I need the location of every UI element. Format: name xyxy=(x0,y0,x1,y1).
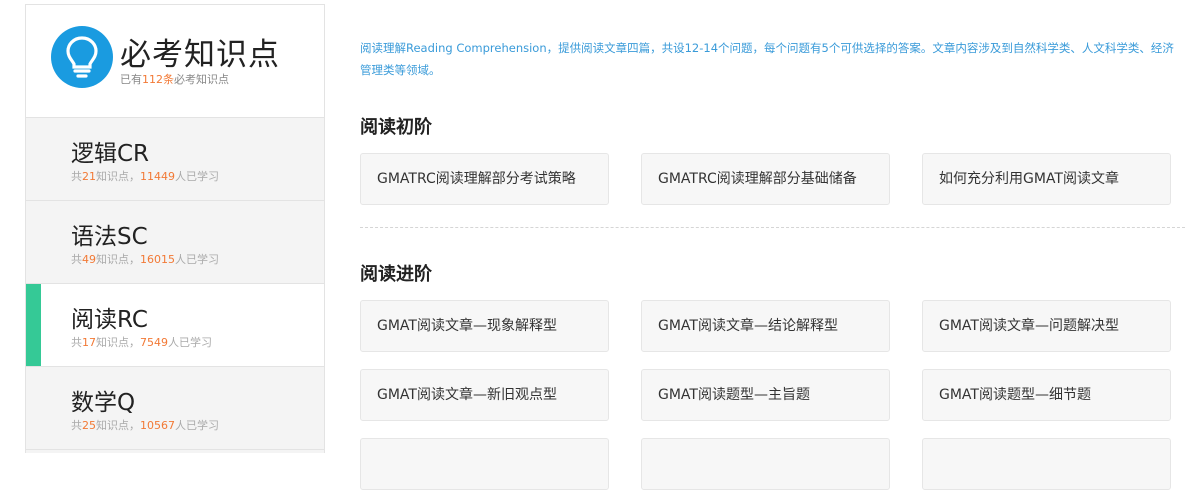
lightbulb-icon xyxy=(51,26,113,88)
stats-suffix: 人已学习 xyxy=(175,419,219,432)
topic-card[interactable]: GMATRC阅读理解部分基础储备 xyxy=(641,153,890,205)
page-title: 必考知识点 xyxy=(120,37,280,73)
topic-card[interactable]: GMAT阅读文章—问题解决型 xyxy=(922,300,1171,352)
learners-count: 10567 xyxy=(140,419,175,432)
points-count: 25 xyxy=(82,419,96,432)
sidebar: 必考知识点 已有112条必考知识点 逻辑CR 共21知识点，11449人已学习 … xyxy=(25,4,325,453)
topic-card[interactable]: GMAT阅读题型—细节题 xyxy=(922,369,1171,421)
topic-card[interactable]: GMAT阅读文章—结论解释型 xyxy=(641,300,890,352)
topic-card[interactable]: 如何充分利用GMAT阅读文章 xyxy=(922,153,1171,205)
knowledge-count: 已有112条必考知识点 xyxy=(120,71,229,87)
stats-prefix: 共 xyxy=(71,336,82,349)
stats-suffix: 人已学习 xyxy=(175,253,219,266)
points-count: 49 xyxy=(82,253,96,266)
topic-card[interactable] xyxy=(360,438,609,490)
stats-suffix: 人已学习 xyxy=(175,170,219,183)
sidebar-item-rc[interactable]: 阅读RC 共17知识点，7549人已学习 xyxy=(26,284,324,367)
stats-mid: 知识点， xyxy=(96,170,140,183)
sidebar-item-stats: 共21知识点，11449人已学习 xyxy=(71,168,219,184)
learners-count: 11449 xyxy=(140,170,175,183)
sidebar-item-q[interactable]: 数学Q 共25知识点，10567人已学习 xyxy=(26,367,324,450)
sidebar-item-stats: 共17知识点，7549人已学习 xyxy=(71,334,212,350)
sidebar-header: 必考知识点 已有112条必考知识点 xyxy=(26,5,324,118)
section-title-basic: 阅读初阶 xyxy=(360,117,432,138)
topic-card[interactable]: GMAT阅读文章—现象解释型 xyxy=(360,300,609,352)
count-suffix: 必考知识点 xyxy=(174,73,229,86)
count-prefix: 已有 xyxy=(120,73,142,86)
topic-card[interactable]: GMAT阅读题型—主旨题 xyxy=(641,369,890,421)
section-intro: 阅读理解Reading Comprehension，提供阅读文章四篇，共设12-… xyxy=(360,41,1174,77)
topic-card[interactable] xyxy=(922,438,1171,490)
sidebar-item-label: 阅读RC xyxy=(71,307,148,333)
stats-mid: 知识点， xyxy=(96,336,140,349)
sidebar-item-stats: 共49知识点，16015人已学习 xyxy=(71,251,219,267)
stats-mid: 知识点， xyxy=(96,253,140,266)
sidebar-item-label: 数学Q xyxy=(71,390,136,416)
learners-count: 7549 xyxy=(140,336,168,349)
section-title-advanced: 阅读进阶 xyxy=(360,264,432,285)
topic-card[interactable]: GMATRC阅读理解部分考试策略 xyxy=(360,153,609,205)
main-content: 阅读理解Reading Comprehension，提供阅读文章四篇，共设12-… xyxy=(360,0,1198,490)
count-value: 112条 xyxy=(142,73,174,86)
sidebar-item-label: 逻辑CR xyxy=(71,141,150,167)
stats-prefix: 共 xyxy=(71,170,82,183)
sidebar-item-cr[interactable]: 逻辑CR 共21知识点，11449人已学习 xyxy=(26,118,324,201)
sidebar-item-label: 语法SC xyxy=(71,224,148,250)
stats-prefix: 共 xyxy=(71,419,82,432)
points-count: 21 xyxy=(82,170,96,183)
stats-suffix: 人已学习 xyxy=(168,336,212,349)
section-divider xyxy=(360,227,1185,228)
learners-count: 16015 xyxy=(140,253,175,266)
topic-card[interactable] xyxy=(641,438,890,490)
sidebar-item-stats: 共25知识点，10567人已学习 xyxy=(71,417,219,433)
points-count: 17 xyxy=(82,336,96,349)
stats-mid: 知识点， xyxy=(96,419,140,432)
sidebar-item-sc[interactable]: 语法SC 共49知识点，16015人已学习 xyxy=(26,201,324,284)
stats-prefix: 共 xyxy=(71,253,82,266)
topic-card[interactable]: GMAT阅读文章—新旧观点型 xyxy=(360,369,609,421)
